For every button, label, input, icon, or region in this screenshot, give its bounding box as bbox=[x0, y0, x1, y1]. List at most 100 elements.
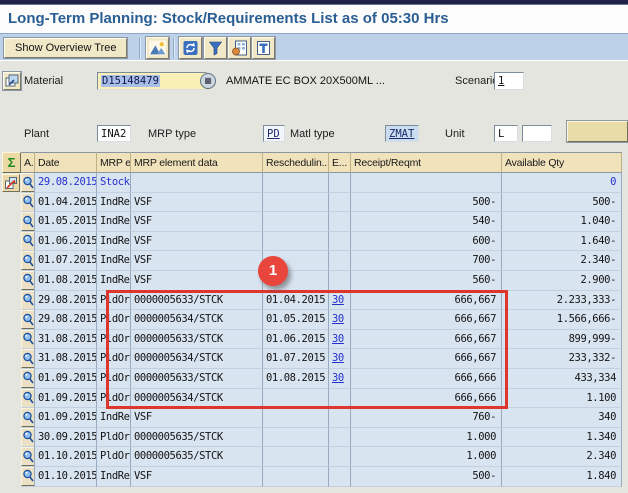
stock-requirements-table: Σ A.. Date MRP el... MRP element data Re… bbox=[2, 152, 626, 487]
column-header-rescheduling[interactable]: Reschedulin... bbox=[263, 152, 329, 173]
scenario-input[interactable]: 1 bbox=[494, 72, 524, 90]
cell-receipt: 700- bbox=[351, 251, 502, 271]
details-magnifier-button[interactable] bbox=[21, 173, 35, 192]
cell-e bbox=[329, 467, 351, 487]
exception-link[interactable]: 30 bbox=[332, 294, 344, 306]
show-overview-tree-button[interactable]: Show Overview Tree bbox=[4, 38, 127, 58]
cell-data: 0000005634/STCK bbox=[131, 389, 263, 409]
row-leader-cell bbox=[2, 310, 21, 330]
cell-receipt: 666,666 bbox=[351, 389, 502, 409]
cell-resched: 01.08.2015 bbox=[263, 369, 329, 389]
cell-date: 01.06.2015 bbox=[35, 232, 97, 252]
column-header-available-qty[interactable]: Available Qty bbox=[502, 152, 622, 173]
column-header-receipt-reqmt[interactable]: Receipt/Reqmt bbox=[351, 152, 502, 173]
unit-label: Unit bbox=[445, 128, 465, 140]
unit-secondary-input[interactable] bbox=[522, 125, 552, 142]
details-magnifier-button[interactable] bbox=[21, 271, 35, 290]
table-row: 01.09.2015PldOrd0000005634/STCK666,6661.… bbox=[2, 389, 626, 409]
magnifier-icon bbox=[22, 312, 34, 328]
details-magnifier-button[interactable] bbox=[21, 310, 35, 329]
details-magnifier-button[interactable] bbox=[21, 330, 35, 349]
cell-avail: 233,332- bbox=[502, 349, 622, 369]
magnifier-icon bbox=[22, 194, 34, 210]
header-side-button[interactable] bbox=[567, 121, 628, 142]
cell-date: 01.10.2015 bbox=[35, 467, 97, 487]
table-header-row: Σ A.. Date MRP el... MRP element data Re… bbox=[2, 152, 626, 173]
cell-data: VSF bbox=[131, 212, 263, 232]
cell-avail: 0 bbox=[502, 173, 622, 193]
cell-avail: 2.233,333- bbox=[502, 291, 622, 311]
cell-resched bbox=[263, 408, 329, 428]
column-header-mrp-element-data[interactable]: MRP element data bbox=[131, 152, 263, 173]
cell-details bbox=[21, 193, 35, 213]
cell-data: 0000005633/STCK bbox=[131, 330, 263, 350]
cell-date: 31.08.2015 bbox=[35, 330, 97, 350]
table-body: 29.08.2015Stock001.04.2015IndReqVSF500-5… bbox=[2, 173, 626, 487]
cell-data: 0000005633/STCK bbox=[131, 291, 263, 311]
cell-receipt: 600- bbox=[351, 232, 502, 252]
details-magnifier-button[interactable] bbox=[21, 428, 35, 447]
overview-tree-toggle-button[interactable] bbox=[3, 72, 21, 90]
mrp-type-value[interactable]: PD bbox=[263, 125, 285, 142]
cell-date: 29.08.2015 bbox=[35, 310, 97, 330]
layout-icon[interactable] bbox=[252, 37, 275, 59]
cell-details bbox=[21, 251, 35, 271]
plant-input[interactable]: INA2 bbox=[97, 125, 131, 142]
totals-sigma-button[interactable]: Σ bbox=[2, 152, 21, 173]
cell-receipt: 1.000 bbox=[351, 447, 502, 467]
column-header-a[interactable]: A.. bbox=[21, 152, 35, 173]
cell-details bbox=[21, 349, 35, 369]
graphic-icon[interactable] bbox=[146, 37, 169, 59]
exception-link[interactable]: 30 bbox=[332, 372, 344, 384]
details-magnifier-button[interactable] bbox=[21, 408, 35, 427]
cell-avail: 2.340 bbox=[502, 447, 622, 467]
details-magnifier-button[interactable] bbox=[21, 447, 35, 466]
material-input[interactable]: D15148479 bbox=[97, 72, 207, 90]
exception-link[interactable]: 30 bbox=[332, 313, 344, 325]
details-magnifier-button[interactable] bbox=[21, 349, 35, 368]
details-magnifier-button[interactable] bbox=[21, 389, 35, 408]
exception-link[interactable]: 30 bbox=[332, 333, 344, 345]
column-header-exception[interactable]: E... bbox=[329, 152, 351, 173]
matl-type-value[interactable]: ZMAT bbox=[385, 125, 419, 142]
cell-resched bbox=[263, 467, 329, 487]
material-description: AMMATE EC BOX 20X500ML ... bbox=[226, 75, 385, 87]
details-magnifier-button[interactable] bbox=[21, 369, 35, 388]
details-magnifier-button[interactable] bbox=[21, 232, 35, 251]
jump-to-stock-button[interactable] bbox=[2, 174, 20, 192]
cell-receipt: 666,667 bbox=[351, 330, 502, 350]
cell-date: 01.09.2015 bbox=[35, 408, 97, 428]
unit-input[interactable]: L bbox=[494, 125, 518, 142]
cell-e bbox=[329, 251, 351, 271]
details-magnifier-button[interactable] bbox=[21, 291, 35, 310]
column-header-mrp-el[interactable]: MRP el... bbox=[97, 152, 131, 173]
row-leader-cell bbox=[2, 291, 21, 311]
cell-resched: 01.07.2015 bbox=[263, 349, 329, 369]
details-magnifier-button[interactable] bbox=[21, 212, 35, 231]
details-magnifier-button[interactable] bbox=[21, 467, 35, 486]
table-row: 01.10.2015PldOrd0000005635/STCK1.0002.34… bbox=[2, 447, 626, 467]
title-bar: Long-Term Planning: Stock/Requirements L… bbox=[0, 5, 628, 33]
matchcode-icon[interactable]: ▦ bbox=[200, 73, 216, 89]
cell-date: 01.09.2015 bbox=[35, 369, 97, 389]
table-row: 01.10.2015IndReqVSF500-1.840 bbox=[2, 467, 626, 487]
cell-resched bbox=[263, 447, 329, 467]
mrp-type-label: MRP type bbox=[148, 128, 196, 140]
scenario-label: Scenario bbox=[455, 75, 498, 87]
cell-e: 30 bbox=[329, 330, 351, 350]
checklist-icon[interactable] bbox=[228, 37, 251, 59]
cell-details bbox=[21, 330, 35, 350]
column-header-date[interactable]: Date bbox=[35, 152, 97, 173]
exception-link[interactable]: 30 bbox=[332, 352, 344, 364]
refresh-icon[interactable] bbox=[179, 37, 202, 59]
details-magnifier-button[interactable] bbox=[21, 193, 35, 212]
table-row: 29.08.2015Stock0 bbox=[2, 173, 626, 193]
toolbar-separator bbox=[173, 38, 175, 58]
cell-date: 01.10.2015 bbox=[35, 447, 97, 467]
cell-mrp_el: PldOrd bbox=[97, 310, 131, 330]
cell-receipt: 500- bbox=[351, 193, 502, 213]
details-magnifier-button[interactable] bbox=[21, 251, 35, 270]
filter-icon[interactable] bbox=[204, 37, 227, 59]
cell-data: 0000005634/STCK bbox=[131, 349, 263, 369]
cell-details bbox=[21, 408, 35, 428]
